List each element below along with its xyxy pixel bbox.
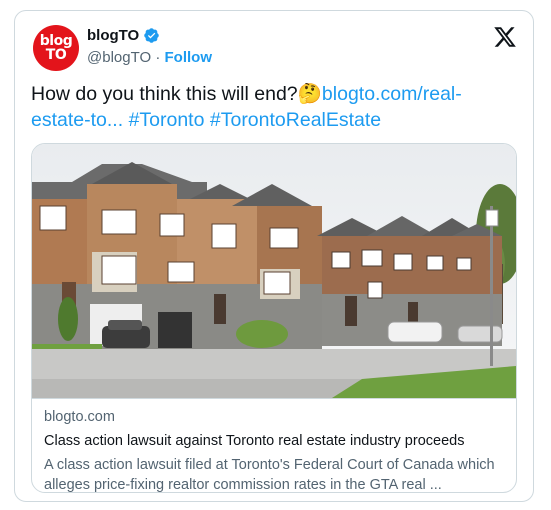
account-handle[interactable]: @blogTO — [87, 49, 151, 66]
link-preview-card[interactable]: blogto.com Class action lawsuit against … — [31, 143, 517, 493]
avatar[interactable]: blog TO — [33, 25, 79, 71]
link-title: Class action lawsuit against Toronto rea… — [44, 433, 465, 449]
link-domain: blogto.com — [44, 409, 115, 425]
hashtag-toronto-real-estate[interactable]: #TorontoRealEstate — [210, 109, 381, 131]
link-description: A class action lawsuit filed at Toronto'… — [44, 457, 495, 493]
preview-image — [32, 144, 516, 398]
account-name-row: blogTO — [87, 27, 160, 44]
follow-button[interactable]: Follow — [165, 49, 213, 66]
avatar-text-bottom: TO — [45, 47, 67, 63]
account-name[interactable]: blogTO — [87, 27, 139, 44]
thinking-face-emoji: 🤔 — [297, 82, 322, 105]
handle-separator: · — [151, 49, 165, 66]
tweet-body: How do you think this will end? — [31, 83, 298, 105]
link-card-meta: blogto.com Class action lawsuit against … — [32, 398, 516, 493]
hashtag-toronto[interactable]: #Toronto — [129, 109, 205, 131]
handle-row: @blogTO · Follow — [87, 49, 212, 66]
tweet-embed-card: blog TO blogTO @blogTO · Follow How do y… — [14, 10, 534, 502]
avatar-text-top: blog — [39, 33, 73, 49]
verified-badge-icon — [144, 28, 159, 43]
x-logo-icon[interactable] — [493, 25, 517, 49]
tweet-text: How do you think this will end?🤔blogto.c… — [31, 81, 511, 133]
